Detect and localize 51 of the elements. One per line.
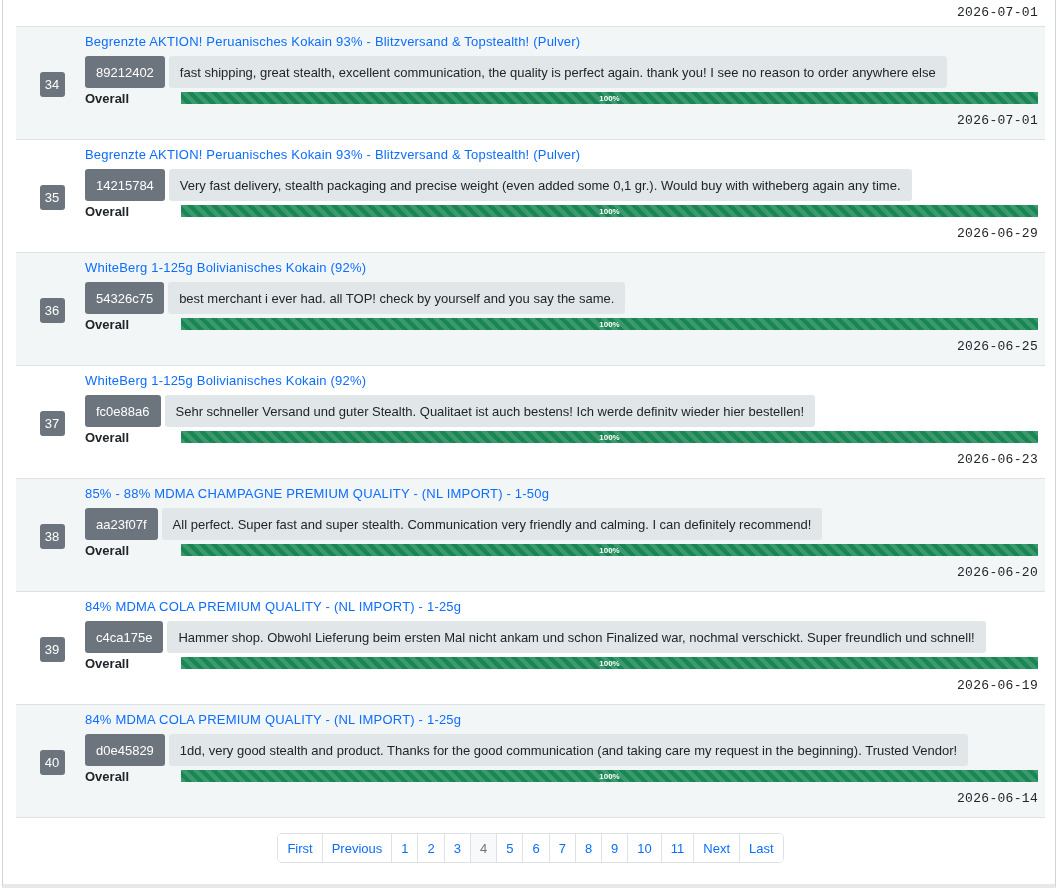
review-comment: Hammer shop. Obwohl Lieferung beim ersten Mal nicht ankam und schon Finalized war, nochmal verschickt. Super freundlich und schnell!	[167, 621, 986, 653]
product-link[interactable]: WhiteBerg 1-125g Bolivianisches Kokain (92%)	[85, 260, 367, 276]
review-date: 2026-07-01	[956, 113, 1038, 128]
rating-progress-fill: 100%	[181, 318, 1038, 330]
review-number: 34	[39, 72, 65, 97]
review-comment: 1dd, very good stealth and product. Thanks for the good communication (and taking care my request in the beginning). Trusted Vendor!	[168, 734, 969, 766]
review-comment: All perfect. Super fast and super stealth. Communication very friendly and calming. I can definitely recommend!	[161, 508, 823, 540]
review-number: 39	[39, 637, 65, 662]
review-number: 40	[39, 750, 65, 775]
buyer-id-badge: aa23f07f	[85, 508, 158, 540]
review-comment: Very fast delivery, stealth packaging and precise weight (even added some 0,1 gr.). Would buy with witheberg again any time.	[168, 169, 912, 201]
review-date: 2026-06-20	[956, 565, 1038, 580]
review-date: 2026-06-25	[956, 339, 1038, 354]
rating-label: Overall	[85, 768, 131, 784]
rating-progress-fill: 100%	[181, 431, 1038, 443]
pagination-link[interactable]: 4	[469, 834, 497, 862]
review-comment: best merchant i ever had. all TOP! check by yourself and you say the same.	[168, 282, 626, 314]
product-link[interactable]: Begrenzte AKTION! Peruanisches Kokain 93% - Blitzversand & Topstealth! (Pulver)	[85, 147, 581, 163]
buyer-id-badge: fc0e88a6	[85, 395, 161, 427]
review-comment: fast shipping, great stealth, excellent communication, the quality is perfect again. thank you! I see no reason to order anywhere else	[168, 56, 947, 88]
review-date: 2026-06-14	[956, 791, 1038, 806]
review-date: 2026-06-23	[956, 452, 1038, 467]
rating-progress-fill: 100%	[181, 770, 1038, 782]
product-link[interactable]: 85% - 88% MDMA CHAMPAGNE PREMIUM QUALITY - (NL IMPORT) - 1-50g	[85, 486, 550, 502]
review-number: 35	[39, 185, 65, 210]
pagination-link[interactable]: Last	[739, 834, 783, 862]
rating-label: Overall	[85, 542, 131, 558]
review-number: 36	[39, 298, 65, 323]
review-date: 2026-06-19	[956, 678, 1038, 693]
rating-progress-fill: 100%	[181, 544, 1038, 556]
rating-label: Overall	[85, 316, 131, 332]
review-number: 38	[39, 524, 65, 549]
rating-label: Overall	[85, 429, 131, 445]
rating-progress-fill: 100%	[181, 92, 1038, 104]
product-link[interactable]: WhiteBerg 1-125g Bolivianisches Kokain (92%)	[85, 373, 367, 389]
rating-progress-fill: 100%	[181, 205, 1038, 217]
review-date: 2026-06-29	[956, 226, 1038, 241]
rating-label: Overall	[85, 655, 131, 671]
review-comment: Sehr schneller Versand und guter Stealth. Qualitaet ist auch bestens! Ich werde definitv wieder hier bestellen!	[164, 395, 816, 427]
review-number: 37	[39, 411, 65, 436]
rating-label: Overall	[85, 90, 131, 106]
buyer-id-badge: 89212402	[85, 56, 165, 88]
product-link[interactable]: 84% MDMA COLA PREMIUM QUALITY - (NL IMPORT) - 1-25g	[85, 712, 462, 728]
buyer-id-badge: 54326c75	[85, 282, 165, 314]
buyer-id-badge: c4ca175e	[85, 621, 164, 653]
buyer-id-badge: d0e45829	[85, 734, 165, 766]
product-link[interactable]: Begrenzte AKTION! Peruanisches Kokain 93% - Blitzversand & Topstealth! (Pulver)	[85, 34, 581, 50]
rating-progress-fill: 100%	[181, 657, 1038, 669]
rating-label: Overall	[85, 203, 131, 219]
product-link[interactable]: 84% MDMA COLA PREMIUM QUALITY - (NL IMPORT) - 1-25g	[85, 599, 462, 615]
buyer-id-badge: 14215784	[85, 169, 165, 201]
